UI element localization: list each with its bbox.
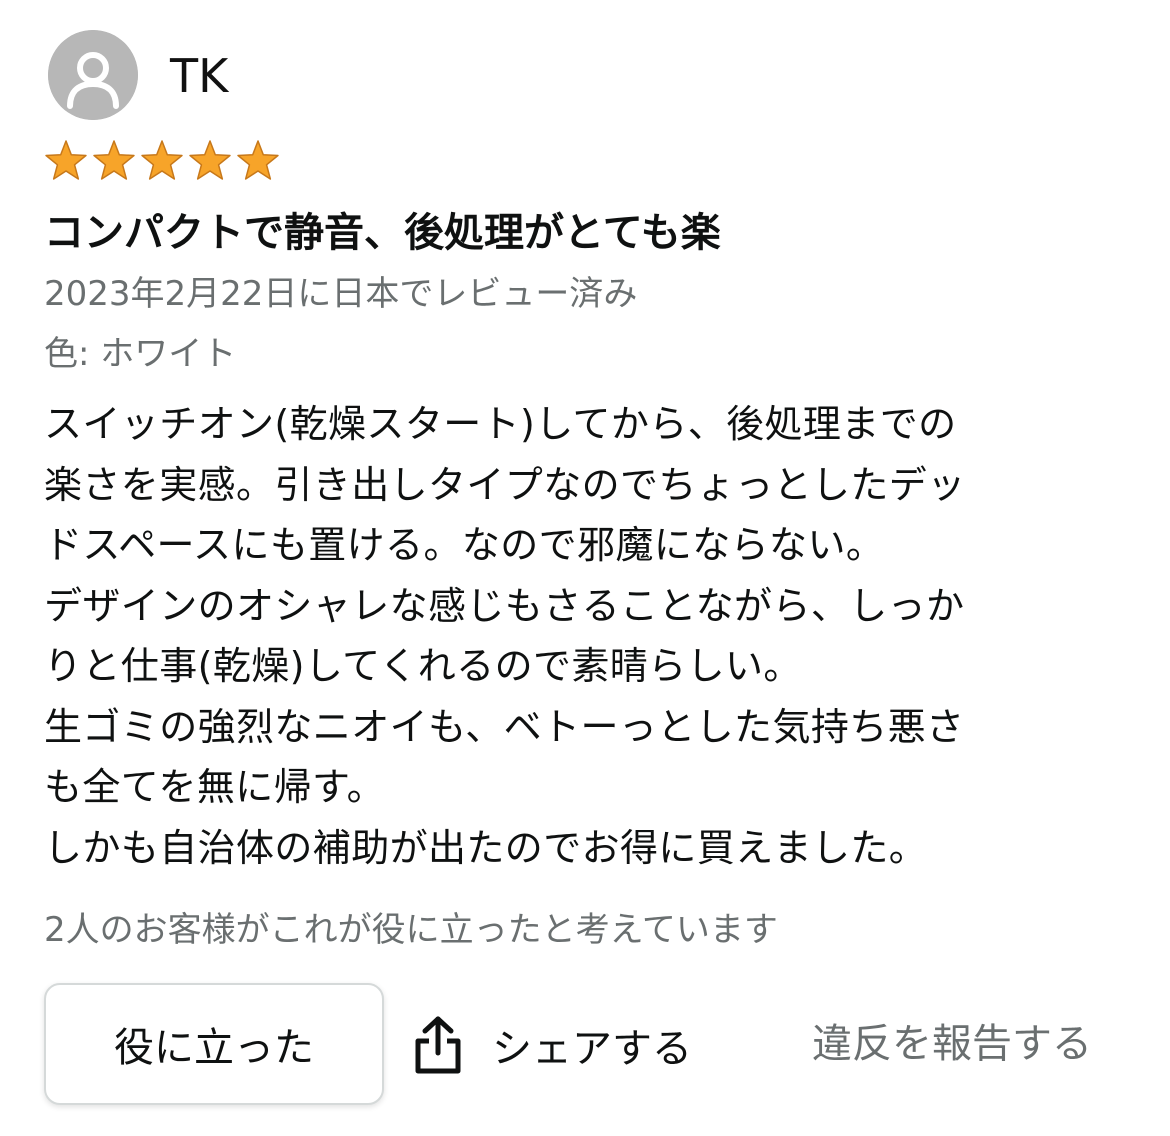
review-body-line: ドスペースにも置ける。なので邪魔にならない。 — [44, 523, 885, 567]
star-icon — [45, 140, 87, 180]
review-title: コンパクトで静音、後処理がとても楽 — [44, 210, 721, 256]
review-date: 2023年2月22日に日本でレビュー済み — [44, 274, 638, 314]
review-body-line: りと仕事(乾燥)してくれるので素晴らしい。 — [44, 644, 802, 688]
review-body-line: デザインのオシャレな感じもさることながら、しっか — [44, 583, 965, 628]
star-icon — [237, 140, 279, 180]
star-rating — [42, 138, 282, 184]
review-card: TK コンパクトで静音、後処理がとても楽 2023年2月22日に日本でレビュー済… — [0, 0, 1170, 1136]
helpful-button-label: 役に立った — [114, 1025, 314, 1071]
star-icon — [189, 140, 231, 180]
star-icon — [93, 140, 135, 180]
share-icon — [412, 1015, 464, 1075]
review-body-line: も全てを無に帰す。 — [44, 765, 386, 809]
reviewer-name[interactable]: TK — [170, 48, 228, 104]
helpful-count: 2人のお客様がこれが役に立ったと考えています — [44, 910, 778, 950]
review-body-line: スイッチオン(乾燥スタート)してから、後処理までの — [44, 402, 957, 446]
review-body-line: 生ゴミの強烈なニオイも、ベトーっとした気持ち悪さ — [44, 704, 965, 749]
avatar — [48, 30, 138, 120]
share-button[interactable]: シェアする — [412, 1010, 692, 1080]
helpful-button[interactable]: 役に立った — [44, 983, 384, 1105]
star-icon — [141, 140, 183, 180]
report-abuse-link[interactable]: 違反を報告する — [812, 1016, 1092, 1072]
share-label: シェアする — [492, 1026, 692, 1072]
review-body: スイッチオン(乾燥スタート)してから、後処理までの 楽さを実感。引き出しタイプな… — [44, 394, 1129, 878]
user-silhouette-icon — [48, 30, 138, 120]
product-variant: 色: ホワイト — [44, 334, 237, 374]
review-body-line: しかも自治体の補助が出たのでお得に買えました。 — [44, 825, 928, 870]
review-body-line: 楽さを実感。引き出しタイプなのでちょっとしたデッ — [44, 462, 966, 507]
